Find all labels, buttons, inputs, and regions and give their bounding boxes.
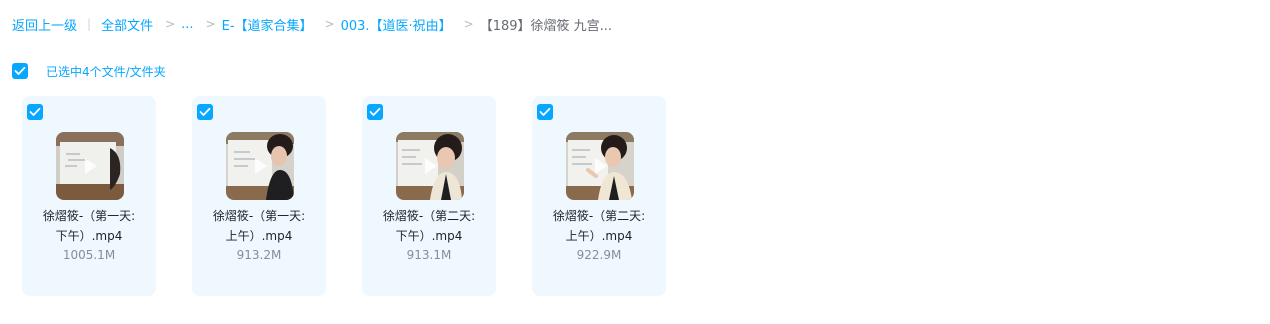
video-thumbnail[interactable] (396, 132, 464, 200)
file-browser: 返回上一级 | 全部文件 > ... > E-【道家合集】 > 003.【道医·… (0, 0, 1270, 324)
file-checkbox[interactable] (197, 104, 213, 120)
file-name-line-1: 徐熠筱-（第二天: (382, 209, 476, 223)
file-name-line-1: 徐熠筱-（第一天: (42, 209, 136, 223)
file-checkbox[interactable] (537, 104, 553, 120)
file-name-line-1: 徐熠筱-（第二天: (552, 209, 646, 223)
file-size: 1005.1M (62, 248, 116, 262)
file-card[interactable]: 徐熠筱-（第二天: 下午）.mp4 913.1M (362, 96, 496, 296)
file-name[interactable]: 徐熠筱-（第一天: 下午）.mp4 (26, 206, 152, 246)
selection-bar: 已选中4个文件/文件夹 (12, 62, 166, 80)
file-name-line-2: 下午）.mp4 (55, 229, 123, 243)
file-checkbox[interactable] (27, 104, 43, 120)
breadcrumb-ellipsis[interactable]: ... (181, 17, 193, 32)
checkmark-icon (199, 107, 211, 116)
selection-count: 已选中4个文件/文件夹 (46, 64, 166, 79)
breadcrumb: 返回上一级 | 全部文件 > ... > E-【道家合集】 > 003.【道医·… (12, 14, 612, 34)
file-name-line-1: 徐熠筱-（第一天: (212, 209, 306, 223)
video-thumbnail[interactable] (226, 132, 294, 200)
chevron-right-icon: > (324, 17, 335, 31)
file-card[interactable]: 徐熠筱-（第二天: 上午）.mp4 922.9M (532, 96, 666, 296)
file-name-line-2: 下午）.mp4 (395, 229, 463, 243)
checkmark-icon (369, 107, 381, 116)
file-card[interactable]: 徐熠筱-（第一天: 上午）.mp4 913.2M (192, 96, 326, 296)
play-icon (85, 158, 97, 174)
file-checkbox[interactable] (367, 104, 383, 120)
file-name-line-2: 上午）.mp4 (225, 229, 293, 243)
checkmark-icon (29, 107, 41, 116)
breadcrumb-all-files[interactable]: 全部文件 (101, 15, 153, 34)
file-size: 913.1M (406, 248, 452, 262)
breadcrumb-folder-1[interactable]: E-【道家合集】 (222, 15, 313, 34)
breadcrumb-divider: | (87, 17, 92, 31)
file-size: 913.2M (236, 248, 282, 262)
checkmark-icon (539, 107, 551, 116)
breadcrumb-folder-2[interactable]: 003.【道医·祝由】 (341, 15, 452, 34)
play-icon (425, 158, 437, 174)
checkmark-icon (14, 66, 26, 75)
file-name-line-2: 上午）.mp4 (565, 229, 633, 243)
file-name[interactable]: 徐熠筱-（第一天: 上午）.mp4 (196, 206, 322, 246)
file-size: 922.9M (576, 248, 622, 262)
chevron-right-icon: > (205, 17, 216, 31)
file-name[interactable]: 徐熠筱-（第二天: 下午）.mp4 (366, 206, 492, 246)
back-link[interactable]: 返回上一级 (12, 15, 77, 34)
play-icon (255, 158, 267, 174)
file-name[interactable]: 徐熠筱-（第二天: 上午）.mp4 (536, 206, 662, 246)
chevron-right-icon: > (463, 17, 474, 31)
video-thumbnail[interactable] (566, 132, 634, 200)
video-thumbnail[interactable] (56, 132, 124, 200)
select-all-checkbox[interactable] (12, 63, 28, 79)
file-card[interactable]: 徐熠筱-（第一天: 下午）.mp4 1005.1M (22, 96, 156, 296)
chevron-right-icon: > (165, 17, 176, 31)
play-icon (595, 158, 607, 174)
breadcrumb-current: 【189】徐熠筱 九宫... (479, 18, 613, 34)
